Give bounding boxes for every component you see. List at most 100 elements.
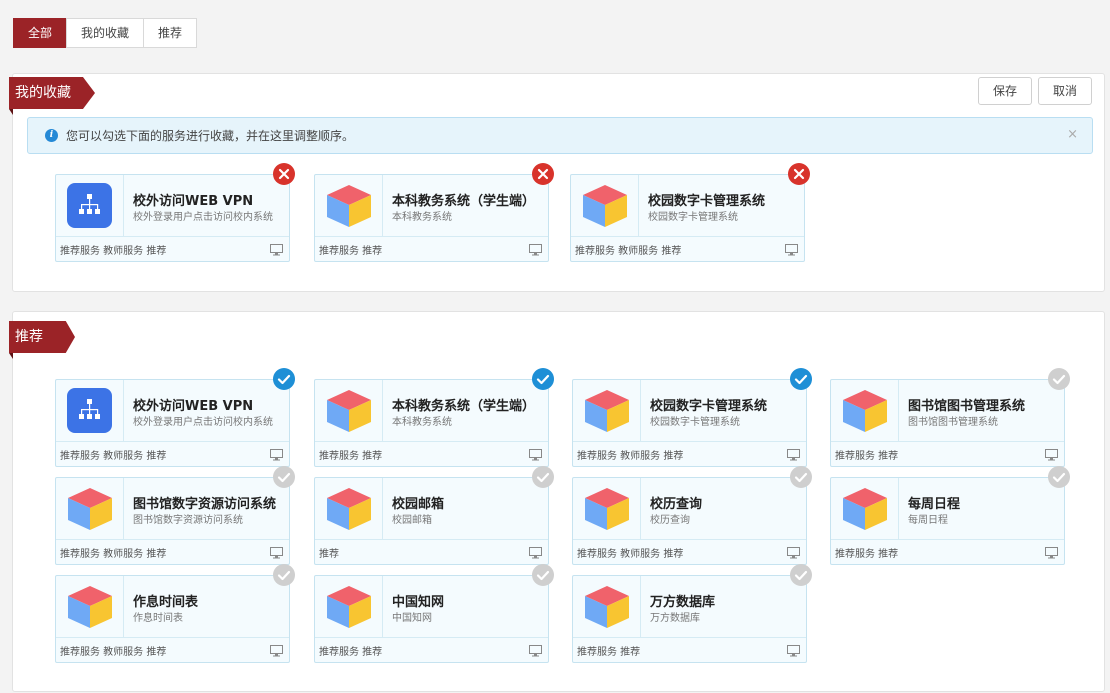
service-icon-box (56, 478, 124, 539)
service-description: 本科教务系统 (392, 417, 452, 428)
service-card[interactable]: 图书馆图书管理系统 图书馆图书管理系统 推荐服务 推荐 (830, 368, 1070, 467)
service-card-footer: 推荐服务 推荐 (831, 539, 1064, 565)
service-card-footer: 推荐服务 推荐 (315, 637, 548, 663)
checked-icon[interactable] (532, 368, 554, 390)
monitor-icon[interactable] (787, 449, 800, 464)
service-title: 校园数字卡管理系统 (648, 194, 766, 209)
service-tags: 推荐服务 推荐 (835, 549, 899, 560)
service-card-footer: 推荐服务 教师服务 推荐 (573, 441, 806, 467)
service-card[interactable]: 校园邮箱 校园邮箱 推荐 (314, 466, 554, 565)
service-card[interactable]: 校外访问WEB VPN 校外登录用户点击访问校内系统 推荐服务 教师服务 推荐 (55, 368, 295, 467)
service-card[interactable]: 校外访问WEB VPN 校外登录用户点击访问校内系统 推荐服务 教师服务 推荐 (55, 163, 295, 262)
monitor-icon[interactable] (787, 645, 800, 660)
remove-favorite-icon[interactable] (532, 163, 554, 185)
service-card[interactable]: 中国知网 中国知网 推荐服务 推荐 (314, 564, 554, 663)
service-card[interactable]: 本科教务系统（学生端） 本科教务系统 推荐服务 推荐 (314, 163, 554, 262)
unchecked-icon[interactable] (532, 466, 554, 488)
service-card[interactable]: 本科教务系统（学生端） 本科教务系统推荐服务 推荐 (314, 368, 554, 467)
service-icon-box (315, 175, 383, 236)
service-description: 万方数据库 (650, 613, 700, 624)
network-icon (67, 183, 112, 228)
service-description: 校园数字卡管理系统 (650, 417, 740, 428)
service-tags: 推荐服务 教师服务 推荐 (60, 246, 167, 257)
tab-my-favorites[interactable]: 我的收藏 (66, 18, 145, 48)
service-icon-box (573, 576, 641, 637)
unchecked-icon[interactable] (273, 466, 295, 488)
unchecked-icon[interactable] (532, 564, 554, 586)
monitor-icon[interactable] (785, 244, 798, 259)
ribbon-fold (9, 353, 13, 359)
service-card-footer: 推荐服务 推荐 (315, 236, 548, 262)
monitor-icon[interactable] (1045, 449, 1058, 464)
unchecked-icon[interactable] (790, 564, 812, 586)
service-icon-box (831, 478, 899, 539)
tab-recommend[interactable]: 推荐 (143, 18, 198, 48)
close-icon[interactable]: × (1067, 127, 1078, 142)
save-button[interactable]: 保存 (977, 77, 1032, 105)
service-card-footer: 推荐服务 教师服务 推荐 (571, 236, 804, 262)
checked-icon[interactable] (273, 368, 295, 390)
service-description: 校园数字卡管理系统 (648, 212, 738, 223)
service-title: 校外访问WEB VPN (133, 194, 254, 209)
cancel-button[interactable]: 取消 (1037, 77, 1092, 105)
network-icon (67, 388, 112, 433)
monitor-icon[interactable] (787, 547, 800, 562)
service-tags: 推荐服务 教师服务 推荐 (577, 451, 684, 462)
tab-all[interactable]: 全部 (13, 18, 68, 48)
favorites-panel: 我的收藏 保存 取消 i 您可以勾选下面的服务进行收藏，并在这里调整顺序。 × … (9, 73, 1105, 292)
service-icon-box (56, 175, 124, 236)
unchecked-icon[interactable] (1048, 368, 1070, 390)
service-title: 本科教务系统（学生端） (392, 399, 536, 414)
service-title: 作息时间表 (133, 595, 199, 610)
unchecked-icon[interactable] (1048, 466, 1070, 488)
service-icon-box (56, 380, 124, 441)
service-card[interactable]: 校园数字卡管理系统 校园数字卡管理系统 推荐服务 教师服务 推荐 (572, 368, 812, 467)
ribbon-fold (9, 109, 13, 115)
service-title: 每周日程 (908, 497, 961, 512)
monitor-icon[interactable] (270, 547, 283, 562)
alert-text: 您可以勾选下面的服务进行收藏，并在这里调整顺序。 (66, 129, 355, 143)
service-card-footer: 推荐服务 教师服务 推荐 (56, 236, 289, 262)
filter-tabs: 全部 我的收藏 推荐 (13, 18, 198, 48)
monitor-icon[interactable] (270, 449, 283, 464)
monitor-icon[interactable] (529, 449, 542, 464)
service-icon-box (56, 576, 124, 637)
service-icon-box (571, 175, 639, 236)
service-card-footer: 推荐服务 教师服务 推荐 (56, 539, 289, 565)
remove-favorite-icon[interactable] (788, 163, 810, 185)
service-description: 校园邮箱 (392, 515, 432, 526)
service-description: 每周日程 (908, 515, 948, 526)
service-card[interactable]: 校历查询 校历查询 推荐服务 教师服务 推荐 (572, 466, 812, 565)
service-description: 校历查询 (650, 515, 690, 526)
service-icon-box (315, 380, 383, 441)
monitor-icon[interactable] (270, 645, 283, 660)
monitor-icon[interactable] (529, 547, 542, 562)
service-card[interactable]: 图书馆数字资源访问系统 图书馆数字资源访问系统 推荐服务 教师服务 推荐 (55, 466, 295, 565)
service-tags: 推荐服务 推荐 (319, 647, 383, 658)
service-title: 校园邮箱 (392, 497, 445, 512)
service-title: 校园数字卡管理系统 (650, 399, 768, 414)
service-card[interactable]: 校园数字卡管理系统 校园数字卡管理系统 推荐服务 教师服务 推荐 (570, 163, 810, 262)
service-tags: 推荐服务 教师服务 推荐 (60, 451, 167, 462)
service-card[interactable]: 作息时间表 作息时间表 推荐服务 教师服务 推荐 (55, 564, 295, 663)
unchecked-icon[interactable] (273, 564, 295, 586)
monitor-icon[interactable] (270, 244, 283, 259)
service-tags: 推荐服务 推荐 (319, 451, 383, 462)
service-title: 校历查询 (650, 497, 703, 512)
service-title: 校外访问WEB VPN (133, 399, 254, 414)
service-title: 万方数据库 (650, 595, 716, 610)
service-title: 图书馆数字资源访问系统 (133, 497, 277, 512)
service-tags: 推荐服务 教师服务 推荐 (577, 549, 684, 560)
remove-favorite-icon[interactable] (273, 163, 295, 185)
unchecked-icon[interactable] (790, 466, 812, 488)
monitor-icon[interactable] (1045, 547, 1058, 562)
checked-icon[interactable] (790, 368, 812, 390)
monitor-icon[interactable] (529, 244, 542, 259)
service-card-footer: 推荐服务 教师服务 推荐 (56, 441, 289, 467)
service-title: 图书馆图书管理系统 (908, 399, 1026, 414)
service-title: 中国知网 (392, 595, 445, 610)
service-icon-box (573, 478, 641, 539)
monitor-icon[interactable] (529, 645, 542, 660)
service-card[interactable]: 每周日程 每周日程 推荐服务 推荐 (830, 466, 1070, 565)
service-card[interactable]: 万方数据库 万方数据库 推荐服务 推荐 (572, 564, 812, 663)
